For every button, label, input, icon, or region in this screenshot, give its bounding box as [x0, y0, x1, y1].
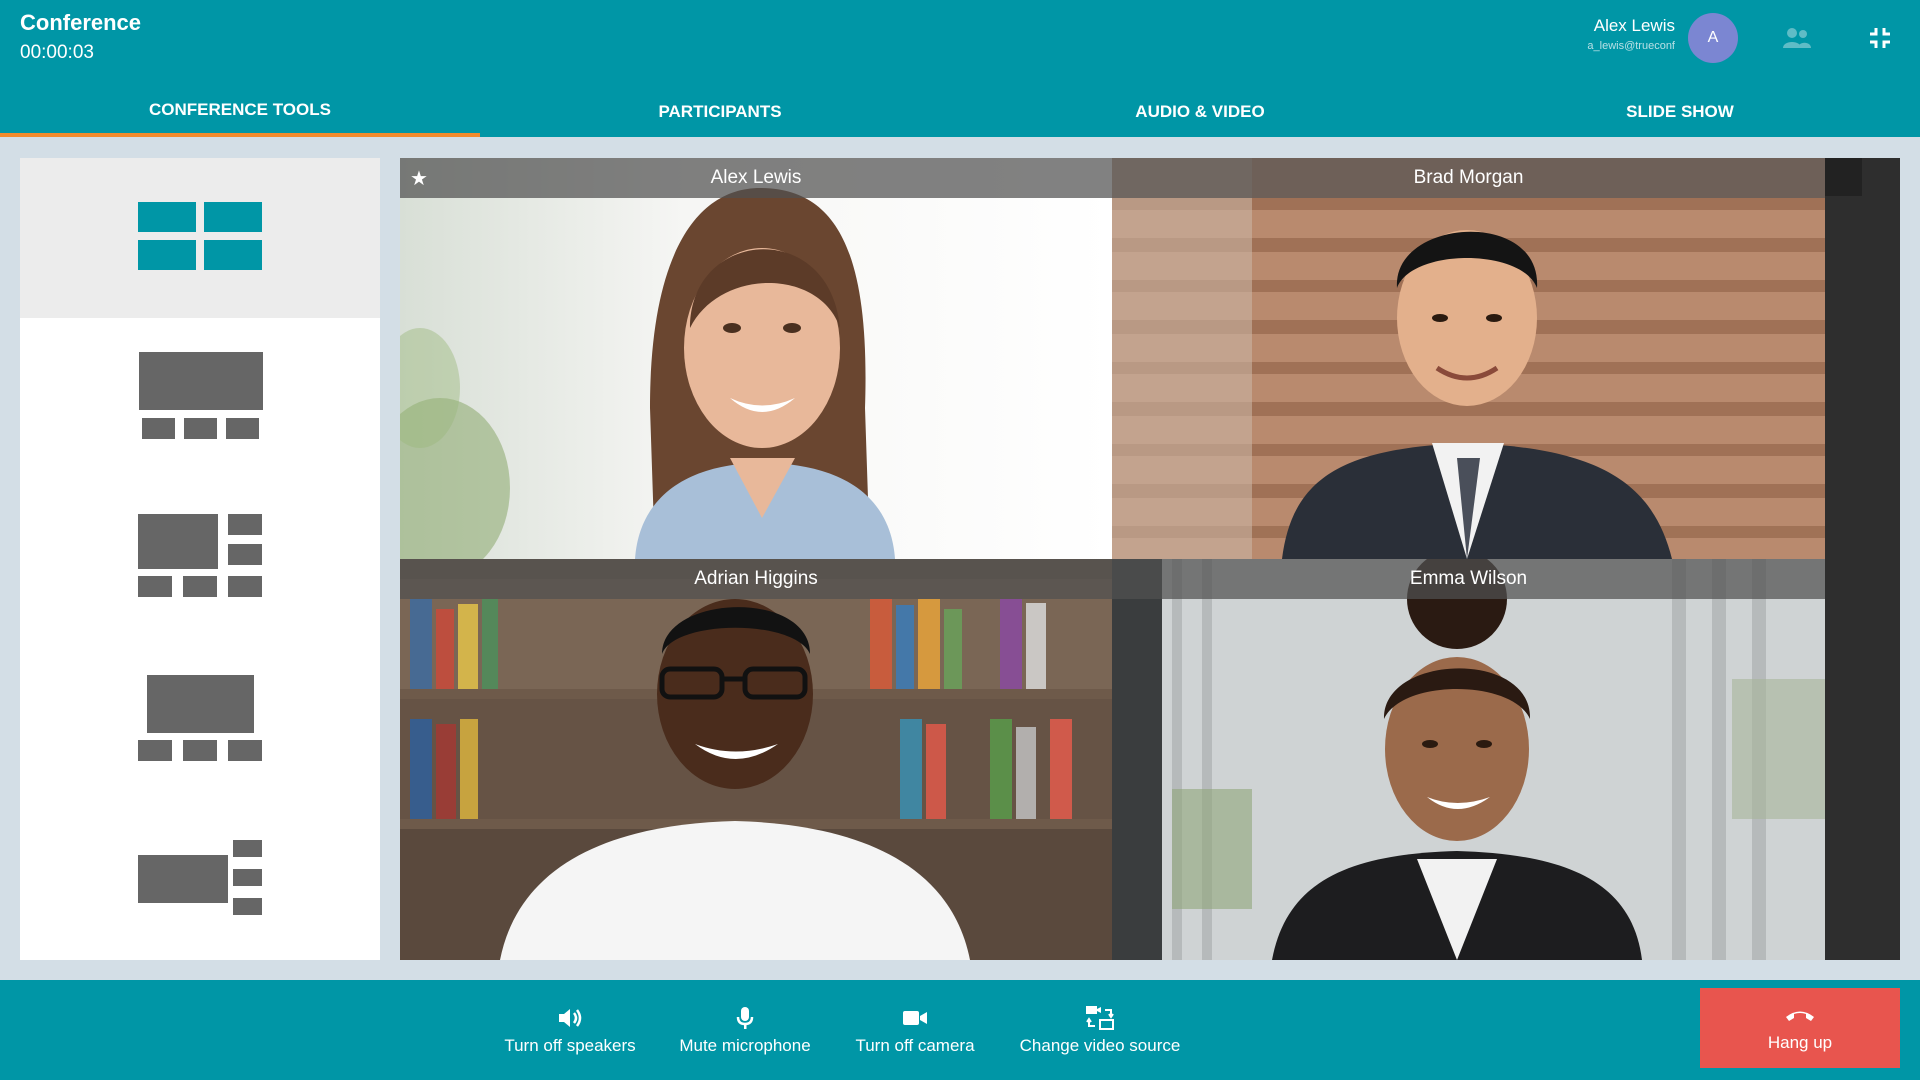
tab-bar: CONFERENCE TOOLS PARTICIPANTS AUDIO & VI… — [0, 86, 1920, 137]
tab-slide-show[interactable]: SLIDE SHOW — [1440, 86, 1920, 137]
bottom-toolbar: Turn off speakers Mute microphone Turn o… — [0, 980, 1920, 1080]
participant-name: Adrian Higgins — [694, 568, 818, 589]
participant-name: Alex Lewis — [710, 167, 802, 188]
layout-icon-cell — [183, 576, 217, 597]
participant-video — [400, 158, 1112, 559]
layout-panel — [20, 158, 380, 960]
layout-icon-cell — [233, 869, 262, 886]
change-video-source-label: Change video source — [1019, 1036, 1181, 1055]
layout-icon-cell — [147, 675, 254, 733]
tab-participants[interactable]: PARTICIPANTS — [480, 86, 960, 137]
microphone-icon — [736, 1004, 754, 1032]
speaker-icon — [557, 1004, 583, 1032]
video-grid-scrollbar[interactable] — [1825, 158, 1900, 960]
layout-icon-cell — [183, 740, 217, 761]
hang-up-button[interactable]: Hang up — [1700, 988, 1900, 1068]
hang-up-icon — [1784, 1003, 1816, 1027]
layout-icon-cell — [228, 544, 262, 565]
layout-option-large-top[interactable] — [20, 318, 380, 478]
layout-icon-cell — [228, 576, 262, 597]
layout-icon-cell — [226, 418, 259, 439]
layout-option-grid[interactable] — [20, 158, 380, 318]
video-grid: ★ Alex Lewis Brad Morgan Adrian Higgins … — [400, 158, 1900, 960]
video-tile-adrian-higgins[interactable]: Adrian Higgins — [400, 559, 1112, 960]
switch-camera-icon — [1085, 1004, 1115, 1032]
mute-microphone-label: Mute microphone — [679, 1036, 811, 1055]
user-email: a_lewis@trueconf — [1587, 40, 1675, 52]
layout-icon-cell — [138, 514, 218, 569]
layout-option-wide-left[interactable] — [20, 798, 380, 958]
conference-title: Conference — [20, 10, 142, 35]
star-icon[interactable]: ★ — [410, 166, 428, 191]
layout-icon-cell — [138, 202, 196, 232]
layout-icon-cell — [138, 855, 228, 903]
layout-icon-cell — [139, 352, 263, 410]
participant-name-label: Adrian Higgins — [400, 559, 1112, 599]
scrollbar-thumb[interactable] — [1825, 158, 1862, 196]
layout-option-large-left[interactable] — [20, 478, 380, 638]
participant-name-label: ★ Alex Lewis — [400, 158, 1112, 198]
turn-off-speakers-label: Turn off speakers — [504, 1036, 636, 1055]
change-video-source-button[interactable]: Change video source — [1010, 980, 1190, 1080]
tab-audio-video[interactable]: AUDIO & VIDEO — [960, 86, 1440, 137]
exit-fullscreen-icon[interactable] — [1863, 24, 1897, 52]
layout-icon-cell — [142, 418, 175, 439]
header: Conference 00:00:03 Alex Lewis a_lewis@t… — [0, 0, 1920, 137]
tab-conference-tools[interactable]: CONFERENCE TOOLS — [0, 86, 480, 137]
participant-name: Emma Wilson — [1409, 568, 1528, 589]
turn-off-camera-button[interactable]: Turn off camera — [845, 980, 985, 1080]
layout-icon-cell — [138, 740, 172, 761]
participant-name-label: Brad Morgan — [1112, 158, 1825, 198]
participant-name-label: Emma Wilson — [1112, 559, 1825, 599]
turn-off-camera-label: Turn off camera — [855, 1036, 975, 1055]
layout-icon-cell — [204, 202, 262, 232]
mute-microphone-button[interactable]: Mute microphone — [670, 980, 820, 1080]
video-tile-brad-morgan[interactable]: Brad Morgan — [1112, 158, 1825, 559]
avatar[interactable]: A — [1688, 13, 1738, 63]
conference-timer: 00:00:03 — [20, 42, 94, 63]
layout-icon-cell — [228, 514, 262, 535]
hang-up-label: Hang up — [1767, 1033, 1833, 1052]
user-name: Alex Lewis — [1593, 16, 1675, 35]
user-info: Alex Lewis a_lewis@trueconf — [1587, 16, 1675, 52]
turn-off-speakers-button[interactable]: Turn off speakers — [495, 980, 645, 1080]
video-tile-emma-wilson[interactable]: Emma Wilson — [1112, 559, 1825, 960]
participant-video — [400, 559, 1112, 960]
layout-icon-cell — [228, 740, 262, 761]
camera-icon — [902, 1004, 928, 1032]
video-tile-alex-lewis[interactable]: ★ Alex Lewis — [400, 158, 1112, 559]
layout-icon-cell — [204, 240, 262, 270]
layout-icon-cell — [233, 898, 262, 915]
layout-icon-cell — [233, 840, 262, 857]
participant-name: Brad Morgan — [1413, 167, 1524, 188]
participant-video — [1112, 158, 1825, 559]
layout-icon-cell — [138, 240, 196, 270]
layout-icon-cell — [138, 576, 172, 597]
participants-icon[interactable] — [1780, 24, 1814, 52]
layout-icon-cell — [184, 418, 217, 439]
participant-video — [1112, 559, 1825, 960]
layout-option-centered[interactable] — [20, 638, 380, 798]
